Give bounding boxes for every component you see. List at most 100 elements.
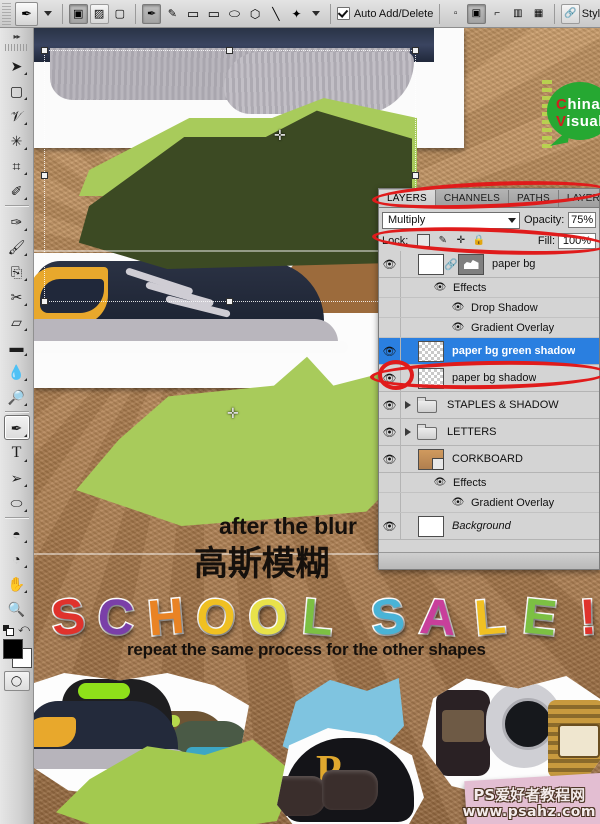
layer-thumbnail[interactable] xyxy=(418,367,444,389)
paths-button[interactable]: ▨ xyxy=(89,3,109,24)
lock-transparent-pixels-icon[interactable] xyxy=(417,234,431,247)
type-tool[interactable]: T xyxy=(4,440,30,465)
layers-panel-footer[interactable] xyxy=(379,552,599,569)
layer-row-paper-bg-shadow[interactable]: 👁 paper bg shadow xyxy=(379,365,599,392)
line-tool-button[interactable]: ╲ xyxy=(266,4,285,24)
link-icon[interactable]: 🔗 xyxy=(444,258,458,271)
layer-name[interactable]: Background xyxy=(452,520,511,532)
default-colors-icon[interactable] xyxy=(3,625,15,636)
group-row-letters[interactable]: 👁 LETTERS xyxy=(379,419,599,446)
effect-row-drop-shadow[interactable]: 👁 Drop Shadow xyxy=(379,298,599,318)
tab-layers[interactable]: LAYERS xyxy=(379,190,436,207)
layer-style-icon[interactable]: 🔗 xyxy=(560,3,580,24)
layer-visibility-toggle[interactable]: 👁 xyxy=(379,338,401,364)
add-to-shape-area-button[interactable]: ▫ xyxy=(446,4,465,24)
lock-all-icon[interactable]: 🔒 xyxy=(473,235,485,246)
layer-name[interactable]: paper bg green shadow xyxy=(452,345,575,357)
effect-row-gradient-overlay[interactable]: 👁 Gradient Overlay xyxy=(379,318,599,338)
layer-visibility-toggle[interactable]: 👁 xyxy=(379,513,401,539)
layer-thumbnail[interactable] xyxy=(418,515,444,537)
healing-brush-tool[interactable]: ✑ xyxy=(4,209,30,234)
layers-list[interactable]: 👁 🔗 paper bg 👁 Effects 👁 Drop Shadow 👁 G… xyxy=(379,251,599,553)
toolbox-drag-handle[interactable] xyxy=(4,44,29,51)
quick-mask-button[interactable]: ◯ xyxy=(3,671,30,691)
group-expand-arrow[interactable] xyxy=(401,401,415,409)
clone-stamp-tool[interactable]: ⎘ xyxy=(4,259,30,284)
layer-row-background[interactable]: 👁 Background xyxy=(379,513,599,540)
layer-row-paper-bg-green-shadow[interactable]: 👁 paper bg green shadow xyxy=(379,338,599,365)
eyedropper-tool[interactable]: ✐ xyxy=(4,178,30,203)
zoom-tool[interactable]: 🔍 xyxy=(4,596,30,621)
brush-tool[interactable]: 🖌 xyxy=(4,234,30,259)
options-bar-grip[interactable] xyxy=(2,2,12,25)
toolbox-collapse-icon[interactable]: ▸▸ xyxy=(4,30,30,43)
effect-row-gradient-overlay-corkboard[interactable]: 👁 Gradient Overlay xyxy=(379,493,599,513)
pen-tool-button[interactable]: ✒ xyxy=(142,3,161,24)
group-name[interactable]: STAPLES & SHADOW xyxy=(447,399,559,411)
effects-row-paper-bg[interactable]: 👁 Effects xyxy=(379,278,599,298)
blur-tool[interactable]: 💧 xyxy=(4,359,30,384)
layer-row-paper-bg[interactable]: 👁 🔗 paper bg xyxy=(379,251,599,278)
combine-shape-button[interactable]: ▦ xyxy=(529,4,548,24)
layer-thumbnail[interactable] xyxy=(418,448,444,470)
move-tool[interactable]: ➤ xyxy=(4,53,30,78)
lock-image-pixels-icon[interactable]: ✎ xyxy=(437,235,448,246)
ellipse-shape-tool[interactable]: ⬭ xyxy=(4,490,30,515)
subtract-from-shape-area-button[interactable]: ▣ xyxy=(466,3,486,24)
dodge-tool[interactable]: 🔎 xyxy=(4,384,30,409)
group-expand-arrow[interactable] xyxy=(401,428,415,436)
rectangle-tool-button[interactable]: ▭ xyxy=(184,4,203,24)
eye-icon[interactable]: 👁 xyxy=(451,322,465,333)
layer-mask-thumbnail[interactable] xyxy=(458,253,484,275)
magic-wand-tool[interactable]: ✳ xyxy=(4,128,30,153)
foreground-color-swatch[interactable] xyxy=(2,639,23,659)
effects-row-corkboard[interactable]: 👁 Effects xyxy=(379,473,599,493)
current-tool-swatch[interactable]: ✒ xyxy=(15,1,38,26)
custom-shape-tool-button[interactable]: ✦ xyxy=(287,4,306,24)
polygon-tool-button[interactable]: ⬡ xyxy=(246,4,265,24)
intersect-shape-areas-button[interactable]: ⌐ xyxy=(488,4,507,24)
blend-mode-select[interactable]: Multiply xyxy=(382,211,520,229)
ellipse-tool-button[interactable]: ⬭ xyxy=(225,4,244,24)
shape-layers-button[interactable]: ▣ xyxy=(68,3,88,24)
tab-paths[interactable]: PATHS xyxy=(509,190,559,207)
3d-orbit-tool[interactable]: ◔ xyxy=(4,546,30,571)
group-row-staples-and-shadow[interactable]: 👁 STAPLES & SHADOW xyxy=(379,392,599,419)
hand-tool[interactable]: ✋ xyxy=(4,571,30,596)
fill-input[interactable]: 100% xyxy=(558,232,596,249)
layer-name[interactable]: CORKBOARD xyxy=(452,453,523,465)
gradient-tool[interactable]: ▬ xyxy=(4,334,30,359)
layer-visibility-toggle[interactable]: 👁 xyxy=(379,251,401,277)
freeform-pen-tool-button[interactable]: ✎ xyxy=(163,4,182,24)
crop-tool[interactable]: ⌗ xyxy=(4,153,30,178)
layer-thumbnail[interactable] xyxy=(418,340,444,362)
eye-icon[interactable]: 👁 xyxy=(433,477,447,488)
history-brush-tool[interactable]: ✂ xyxy=(4,284,30,309)
lasso-tool[interactable]: 𝒱 xyxy=(4,103,30,128)
eye-icon[interactable]: 👁 xyxy=(451,302,465,313)
rounded-rectangle-tool-button[interactable]: ▭ xyxy=(204,4,223,24)
layer-row-corkboard[interactable]: 👁 CORKBOARD xyxy=(379,446,599,473)
group-name[interactable]: LETTERS xyxy=(447,426,497,438)
layer-name[interactable]: paper bg shadow xyxy=(452,372,536,384)
group-visibility-toggle[interactable]: 👁 xyxy=(379,392,401,418)
eraser-tool[interactable]: ▱ xyxy=(4,309,30,334)
tab-channels[interactable]: CHANNELS xyxy=(436,190,509,207)
custom-shape-caret-icon[interactable] xyxy=(311,11,320,16)
3d-rotate-tool[interactable]: ◓ xyxy=(4,521,30,546)
auto-add-delete-checkbox[interactable]: Auto Add/Delete xyxy=(336,7,433,20)
opacity-input[interactable]: 75% xyxy=(568,212,596,228)
layer-visibility-toggle[interactable]: 👁 xyxy=(379,365,401,391)
layer-thumbnail[interactable] xyxy=(418,253,444,275)
swap-colors-icon[interactable]: ⤺ xyxy=(18,623,30,636)
group-visibility-toggle[interactable]: 👁 xyxy=(379,419,401,445)
pen-tool[interactable]: ✒ xyxy=(3,415,30,440)
lock-position-icon[interactable]: ✛ xyxy=(455,235,466,246)
path-selection-tool[interactable]: ➢ xyxy=(4,465,30,490)
fill-pixels-button[interactable]: ▢ xyxy=(111,4,130,24)
exclude-overlapping-areas-button[interactable]: ▥ xyxy=(509,4,528,24)
tab-layer-comps[interactable]: LAYER CO xyxy=(559,190,600,207)
eye-icon[interactable]: 👁 xyxy=(451,497,465,508)
eye-icon[interactable]: 👁 xyxy=(433,282,447,293)
tool-preset-caret-icon[interactable] xyxy=(43,11,52,16)
